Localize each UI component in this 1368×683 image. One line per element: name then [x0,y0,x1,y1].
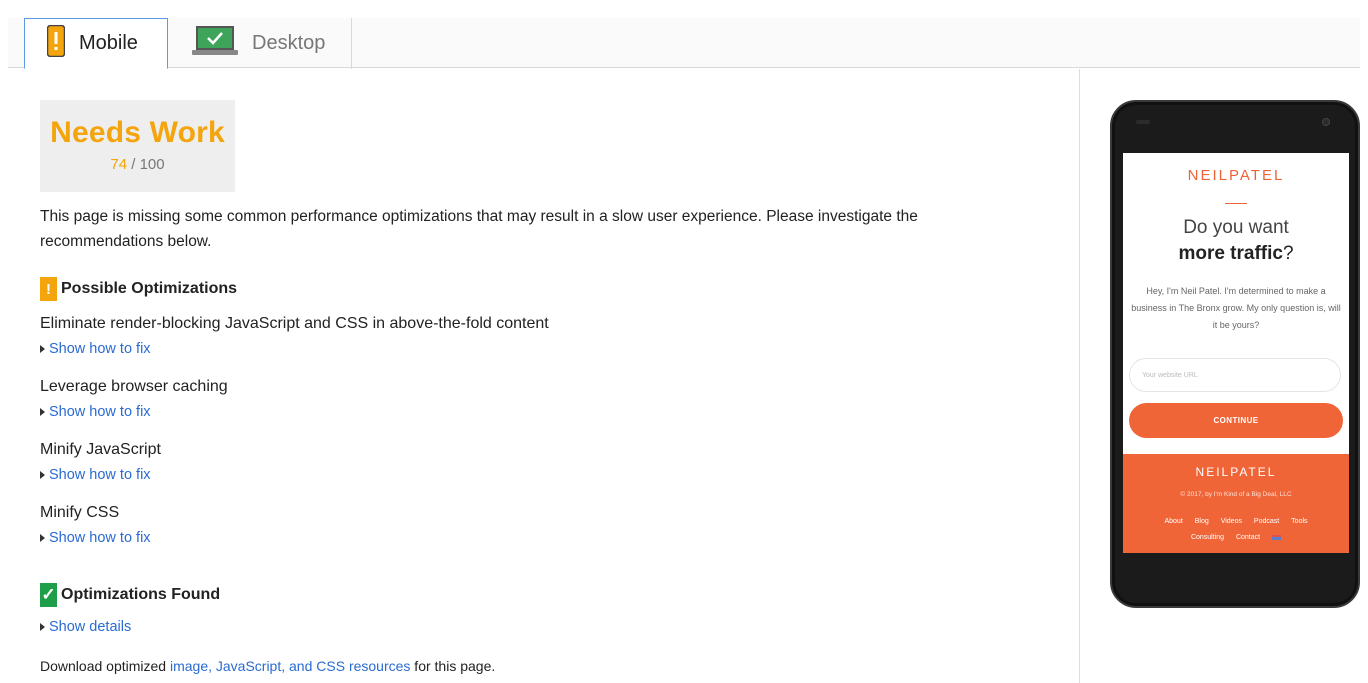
preview-copyright: © 2017, by I'm Kind of a Big Deal, LLC [1180,491,1292,498]
flag-icon [1272,534,1282,540]
phone-preview: NEILPATEL Do you want more traffic? Hey,… [1110,100,1360,608]
preview-link: Blog [1194,518,1209,525]
preview-link: Consulting [1190,534,1225,541]
rule-item: Eliminate render-blocking JavaScript and… [40,315,549,357]
rule-item: Leverage browser caching Show how to fix [40,378,228,420]
show-how-to-fix-link[interactable]: Show how to fix [40,467,161,483]
warning-icon: ! [40,277,57,301]
preview-footer-logo: NEILPATEL [1195,465,1277,479]
show-how-to-fix-label: Show how to fix [49,404,151,420]
score-box: Needs Work 74 / 100 [40,100,235,192]
show-how-to-fix-label: Show how to fix [49,341,151,357]
mobile-warning-icon [46,24,66,63]
summary-text: This page is missing some common perform… [40,208,918,250]
preview-footer-links: About Blog Videos Podcast Tools Consulti… [1135,514,1337,546]
possible-optimizations-title: Possible Optimizations [61,280,238,297]
score-line: 74 / 100 [40,156,235,173]
preview-link: Videos [1220,518,1242,525]
panel-divider [1079,69,1080,683]
disclosure-triangle-icon [40,345,45,353]
camera-icon [1322,118,1330,126]
preview-headline-bold: more traffic [1178,243,1283,264]
optimizations-found-heading: ✓ Optimizations Found [40,583,220,607]
preview-link: Tools [1291,518,1308,525]
preview-continue-button: CONTINUE [1129,403,1343,438]
show-details-row: Show details [40,611,131,635]
speaker-icon [1136,120,1150,124]
show-how-to-fix-link[interactable]: Show how to fix [40,404,228,420]
disclosure-triangle-icon [40,623,45,631]
tab-mobile[interactable]: Mobile [24,18,168,69]
laptop-check-icon [192,25,238,62]
download-resources-link[interactable]: image, JavaScript, and CSS resources [170,658,410,674]
show-how-to-fix-link[interactable]: Show how to fix [40,341,549,357]
show-how-to-fix-link[interactable]: Show how to fix [40,530,151,546]
score-verdict: Needs Work [50,116,225,149]
show-details-label: Show details [49,619,132,635]
preview-intro-text: Hey, I'm Neil Patel. I'm determined to m… [1131,286,1341,330]
download-prefix: Download optimized [40,658,170,674]
score-max: / 100 [131,156,165,173]
download-suffix: for this page. [410,658,496,674]
show-how-to-fix-label: Show how to fix [49,467,151,483]
rule-item: Minify JavaScript Show how to fix [40,441,161,483]
show-details-link[interactable]: Show details [40,619,131,635]
preview-logo-underline [1225,203,1247,204]
preview-headline-2: more traffic? [1123,243,1349,265]
preview-logo: NEILPATEL [1187,167,1285,184]
tab-desktop-label: Desktop [252,32,326,54]
preview-link: Contact [1235,534,1261,541]
disclosure-triangle-icon [40,408,45,416]
rule-title: Minify JavaScript [40,441,161,458]
rule-title: Eliminate render-blocking JavaScript and… [40,315,549,332]
possible-optimizations-heading: ! Possible Optimizations [40,277,237,301]
tab-desktop[interactable]: Desktop [168,18,352,69]
preview-footer: NEILPATEL © 2017, by I'm Kind of a Big D… [1123,454,1349,553]
tab-mobile-label: Mobile [79,32,138,54]
preview-url-input: Your website URL [1129,358,1341,392]
show-how-to-fix-label: Show how to fix [49,530,151,546]
preview-link: About [1164,518,1183,525]
disclosure-triangle-icon [40,471,45,479]
device-tab-bar: Mobile Desktop [8,18,1360,69]
phone-bezel-top [1112,102,1358,154]
checkmark-icon: ✓ [40,583,57,607]
rule-title: Leverage browser caching [40,378,228,395]
rule-title: Minify CSS [40,504,120,521]
preview-headline-tail: ? [1282,243,1294,264]
download-line: Download optimized image, JavaScript, an… [40,658,495,674]
rule-item: Minify CSS Show how to fix [40,504,151,546]
optimizations-found-title: Optimizations Found [61,586,221,603]
preview-headline-1: Do you want [1183,217,1289,238]
phone-screen: NEILPATEL Do you want more traffic? Hey,… [1123,153,1349,553]
disclosure-triangle-icon [40,534,45,542]
score-value: 74 [110,156,128,173]
preview-link: Podcast [1253,518,1280,525]
